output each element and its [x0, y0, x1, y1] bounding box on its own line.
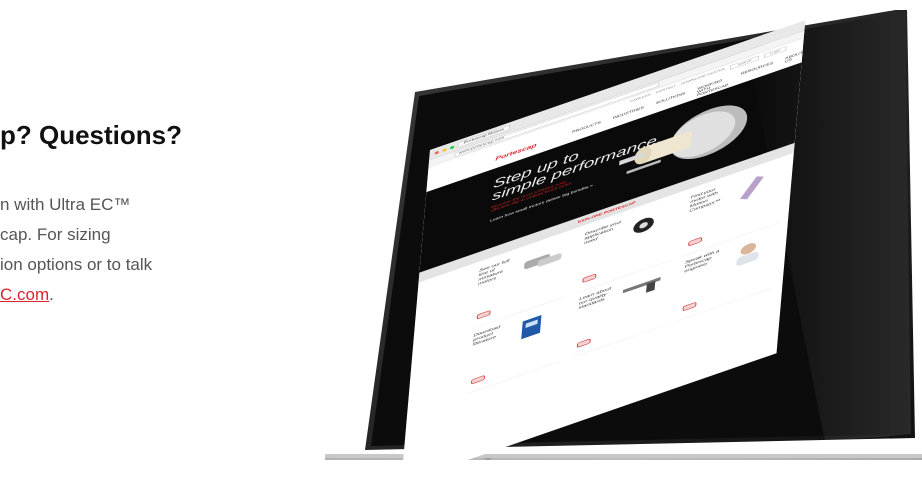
promo-body: n with Ultra EC™ cap. For sizing ion opt… [0, 190, 260, 310]
promo-link-line: C.com. [0, 280, 260, 310]
tile-arrow-button[interactable] [582, 273, 597, 284]
motors-image [524, 253, 562, 270]
promo-body-line: ion options or to talk [0, 255, 153, 274]
application-image [633, 217, 654, 233]
tile-arrow-button[interactable] [576, 338, 591, 348]
maximize-window-icon[interactable] [449, 145, 455, 150]
tile-arrow-button[interactable] [476, 309, 491, 320]
close-window-icon[interactable] [434, 150, 440, 155]
promo-heading: p? Questions? [0, 120, 182, 150]
promo-body-line: cap. For sizing [0, 225, 111, 244]
link-period: . [49, 285, 54, 304]
tile-text: See our full line of miniature motors [477, 258, 510, 287]
promo-body-line: n with Ultra EC™ [0, 195, 131, 214]
contact-link[interactable]: C.com [0, 285, 49, 304]
motion-compass-image [739, 176, 764, 200]
tile-text: Find your motor with Motion Compass™ [689, 187, 721, 214]
minimize-window-icon[interactable] [442, 147, 447, 152]
laptop-mockup: Portescap Motors www.portescap.com CAREE… [325, 10, 922, 483]
tile-arrow-button[interactable] [682, 301, 697, 312]
tile-arrow-button[interactable] [688, 236, 703, 247]
tile-arrow-button[interactable] [470, 374, 486, 385]
